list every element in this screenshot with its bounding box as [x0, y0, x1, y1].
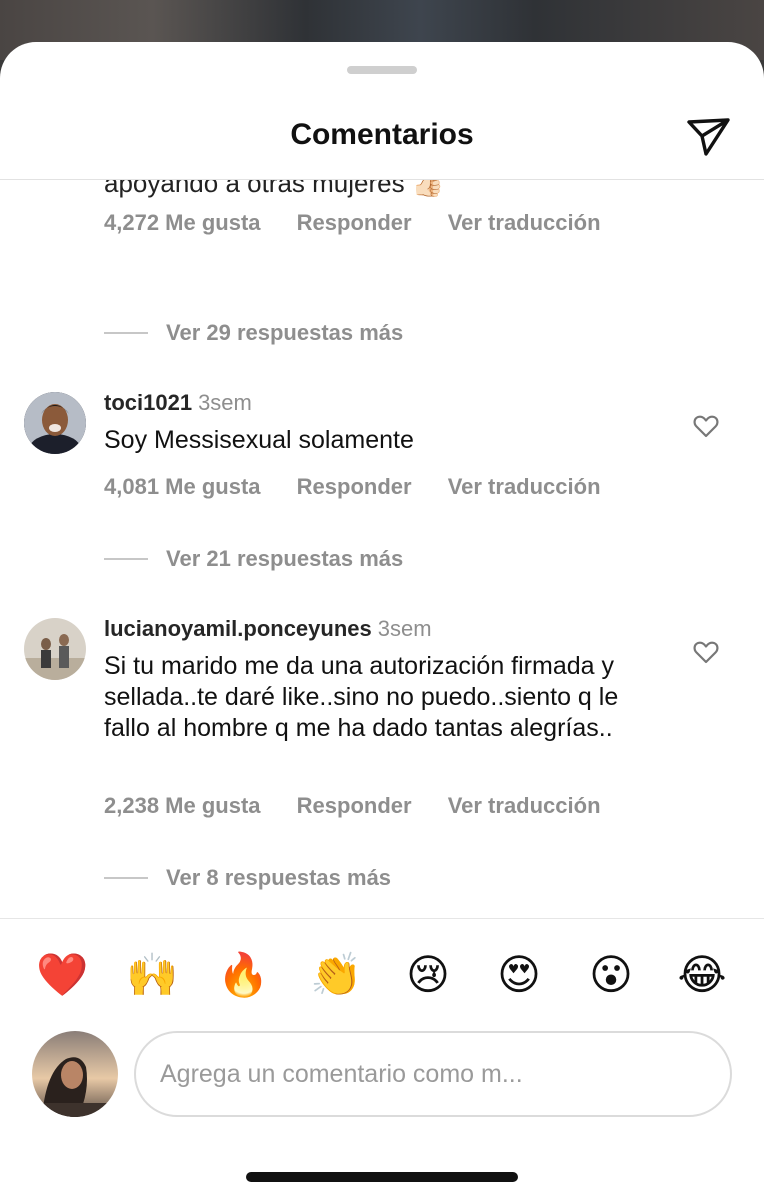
laughing-emoji-button[interactable]: 😂 — [676, 949, 728, 1001]
view-replies-label: Ver 29 respuestas más — [166, 320, 404, 345]
view-replies-button[interactable]: Ver 21 respuestas más — [104, 546, 403, 572]
comment-text: Soy Messisexual solamente — [104, 426, 414, 454]
comment-actions: 4,272 Me gusta Responder Ver traducción — [104, 210, 631, 236]
like-count[interactable]: 4,081 Me gusta — [104, 474, 261, 499]
crying-emoji-button[interactable]: 😢 — [402, 949, 454, 1001]
raised-hands-emoji-button[interactable]: 🙌 — [126, 949, 178, 1001]
view-replies-button[interactable]: Ver 29 respuestas más — [104, 320, 403, 346]
like-count[interactable]: 2,238 Me gusta — [104, 793, 261, 818]
sheet-grabber[interactable] — [347, 66, 417, 74]
clapping-emoji-button[interactable]: 👏 — [310, 949, 362, 1001]
avatar-image — [24, 392, 86, 454]
comment-text-truncated: apoyando a otras mujeres 👍🏻 — [104, 180, 445, 198]
translate-button[interactable]: Ver traducción — [448, 210, 601, 235]
home-indicator — [246, 1172, 518, 1182]
comment-username-row: toci1021 3sem — [104, 390, 252, 416]
comments-sheet: Comentarios apoyando a otras mujeres 👍🏻 … — [0, 42, 764, 1200]
comment-actions: 2,238 Me gusta Responder Ver traducción — [104, 793, 631, 819]
username[interactable]: toci1021 — [104, 390, 192, 416]
view-replies-button[interactable]: Ver 8 respuestas más — [104, 865, 391, 891]
reply-button[interactable]: Responder — [297, 474, 412, 499]
view-replies-label: Ver 21 respuestas más — [166, 546, 404, 571]
heart-eyes-emoji-button[interactable]: 😍 — [493, 949, 545, 1001]
reply-button[interactable]: Responder — [297, 793, 412, 818]
like-heart-icon[interactable] — [692, 638, 720, 666]
timestamp: 3sem — [198, 390, 252, 415]
comment-input[interactable] — [160, 1053, 710, 1095]
avatar[interactable] — [24, 392, 86, 454]
send-icon[interactable] — [684, 112, 732, 160]
avatar[interactable] — [24, 618, 86, 680]
current-user-avatar-image — [32, 1031, 118, 1117]
comment-actions: 4,081 Me gusta Responder Ver traducción — [104, 474, 631, 500]
heart-emoji-button[interactable]: ❤️ — [36, 949, 88, 1001]
surprised-emoji-button[interactable]: 😮 — [585, 949, 637, 1001]
comment-username-row: lucianoyamil.ponceyunes 3sem — [104, 616, 432, 642]
translate-button[interactable]: Ver traducción — [448, 474, 601, 499]
comment-composer-area: ❤️ 🙌 🔥 👏 😢 😍 😮 😂 — [0, 918, 764, 1200]
comments-list: apoyando a otras mujeres 👍🏻 4,272 Me gus… — [0, 180, 764, 918]
fire-emoji-button[interactable]: 🔥 — [217, 949, 269, 1001]
divider-line — [104, 332, 148, 334]
comment-input-container[interactable] — [134, 1031, 732, 1117]
timestamp: 3sem — [377, 616, 432, 641]
username[interactable]: lucianoyamil.ponceyunes — [104, 616, 372, 642]
translate-button[interactable]: Ver traducción — [448, 793, 601, 818]
like-heart-icon[interactable] — [692, 412, 720, 440]
comment-text: Si tu marido me da una autorización firm… — [104, 652, 619, 742]
current-user-avatar[interactable] — [32, 1031, 118, 1117]
comments-header: Comentarios — [0, 92, 764, 180]
avatar-image — [24, 618, 86, 680]
reply-button[interactable]: Responder — [297, 210, 412, 235]
like-count[interactable]: 4,272 Me gusta — [104, 210, 261, 235]
quick-emoji-bar: ❤️ 🙌 🔥 👏 😢 😍 😮 😂 — [0, 949, 764, 1001]
divider-line — [104, 558, 148, 560]
view-replies-label: Ver 8 respuestas más — [166, 865, 392, 890]
divider-line — [104, 877, 148, 879]
page-title: Comentarios — [290, 118, 474, 151]
